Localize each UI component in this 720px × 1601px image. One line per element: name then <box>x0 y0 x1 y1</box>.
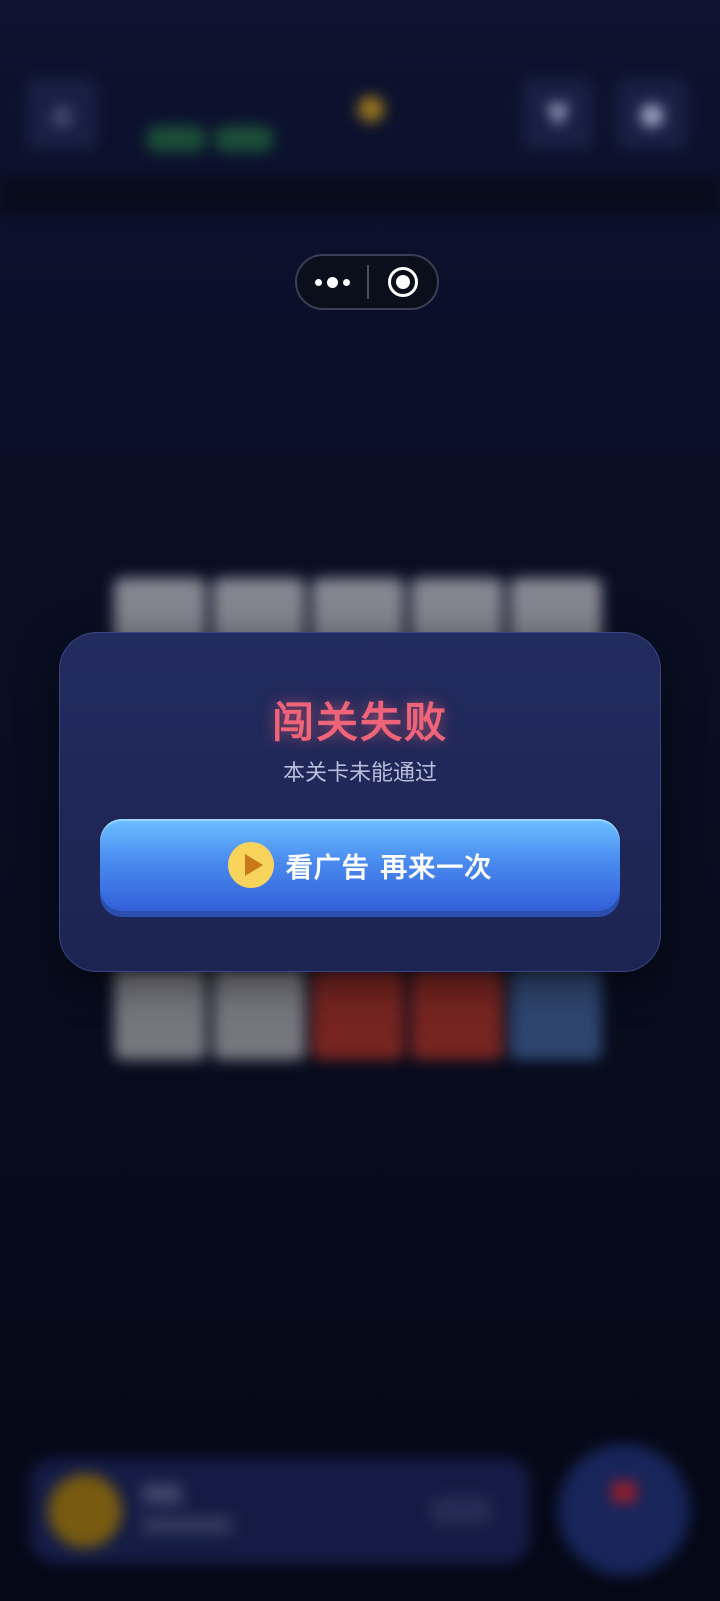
home-button: ⌂ <box>26 78 98 150</box>
level-tags <box>146 126 274 152</box>
flag-icon <box>612 1482 636 1502</box>
tile <box>510 968 602 1060</box>
coin-counter <box>358 96 384 122</box>
level-failed-dialog: 闯关失败 本关卡未能通过 看广告 再来一次 <box>59 632 661 972</box>
tile <box>312 968 404 1060</box>
miniprogram-capsule <box>295 254 439 310</box>
retry-button-label: 看广告 再来一次 <box>285 852 493 884</box>
flag-button <box>558 1444 690 1576</box>
settings-button: ● <box>616 78 688 150</box>
tile <box>213 968 305 1060</box>
dialog-title: 闯关失败 <box>271 698 448 747</box>
dialog-subtitle: 本关卡未能通过 <box>282 761 437 786</box>
play-icon <box>227 842 274 888</box>
trophy-icon: ▼ <box>546 96 570 132</box>
tile <box>114 968 206 1060</box>
watch-ad-retry-button[interactable]: 看广告 再来一次 <box>100 819 620 911</box>
more-dots-icon <box>314 276 350 288</box>
player-card <box>30 1458 530 1564</box>
avatar <box>48 1474 122 1548</box>
gear-icon: ● <box>638 96 666 132</box>
more-button[interactable] <box>297 256 367 308</box>
coin-icon <box>358 96 384 122</box>
timer-strip <box>0 176 720 212</box>
trophy-button: ▼ <box>522 78 594 150</box>
tile <box>411 968 503 1060</box>
close-miniprogram-button[interactable] <box>369 256 437 308</box>
target-close-icon <box>388 267 418 297</box>
home-icon: ⌂ <box>52 96 72 132</box>
